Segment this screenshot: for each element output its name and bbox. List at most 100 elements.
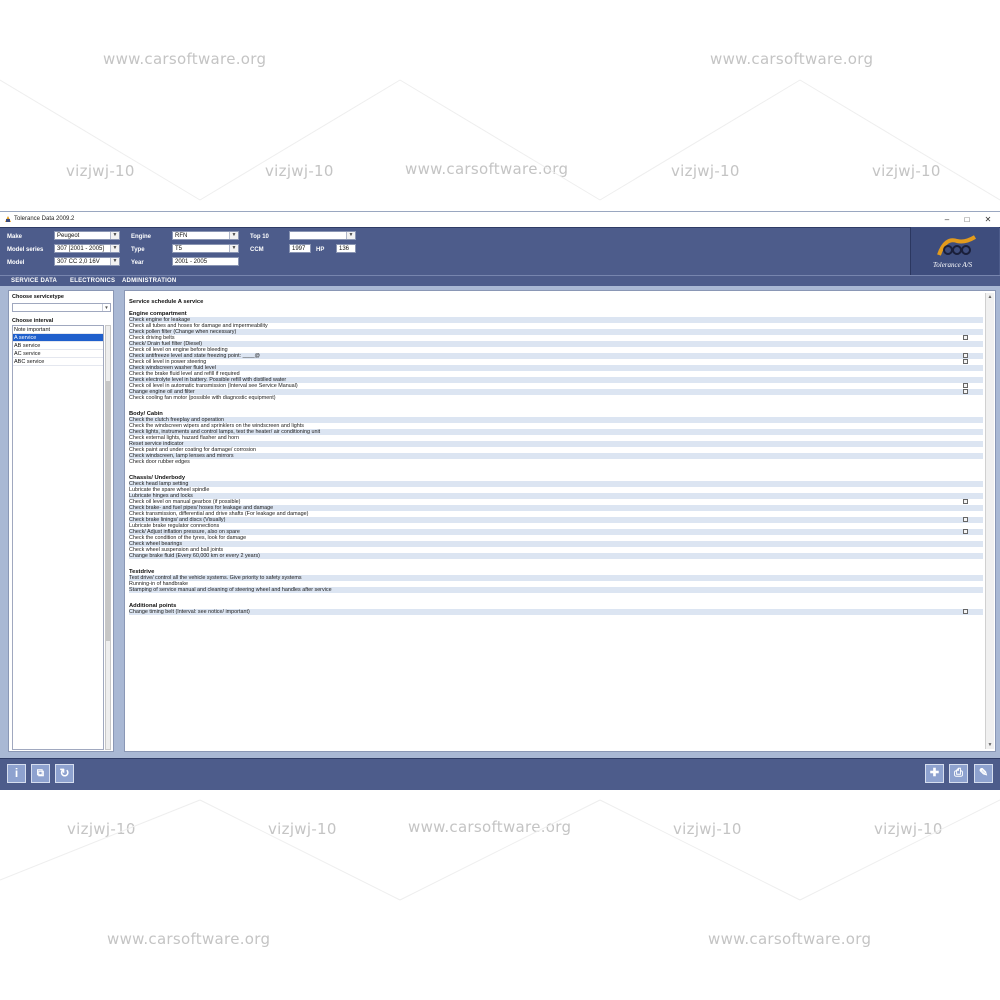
document-icon[interactable] [963, 383, 968, 388]
watermark-code: vizjwj-10 [67, 820, 136, 838]
watermark-code: vizjwj-10 [671, 162, 740, 180]
hp-value: 136 [339, 246, 350, 252]
watermark-code: vizjwj-10 [874, 820, 943, 838]
move-button[interactable]: ✚ [925, 764, 944, 783]
top10-label: Top 10 [250, 234, 269, 240]
watermark-code: vizjwj-10 [268, 820, 337, 838]
interval-item[interactable]: AB service [13, 342, 103, 350]
top10-select[interactable]: ▼ [289, 231, 356, 240]
chevron-down-icon: ▼ [110, 245, 119, 252]
watermark-site: www.carsoftware.org [103, 50, 267, 68]
ccm-value: 1997 [292, 246, 306, 252]
refresh-button[interactable]: ↻ [55, 764, 74, 783]
year-value: 2001 - 2005 [175, 259, 208, 265]
window-title: Tolerance Data 2009.2 [14, 216, 75, 222]
checklist-item: Check door rubber edges [129, 459, 190, 465]
title-bar: Tolerance Data 2009.2 – □ ✕ [0, 212, 1000, 227]
interval-item[interactable]: A service [13, 334, 103, 342]
document-icon[interactable] [963, 529, 968, 534]
interval-item[interactable]: AC service [13, 350, 103, 358]
make-value: Peugeot [57, 233, 80, 239]
document-icon[interactable] [963, 609, 968, 614]
logo-graphic-icon [937, 235, 977, 256]
watermark-site: www.carsoftware.org [710, 50, 874, 68]
model-series-value: 307 [2001 - 2005] [57, 246, 105, 252]
interval-item[interactable]: ABC service [13, 358, 103, 366]
make-select[interactable]: Peugeot ▼ [54, 231, 120, 240]
model-value: 307 CC 2,0 16V [57, 259, 100, 265]
minimize-button[interactable]: – [940, 214, 954, 225]
chevron-down-icon: ▼ [110, 258, 119, 265]
document-icon[interactable] [963, 359, 968, 364]
hp-label: HP [316, 247, 325, 253]
content-area: Choose servicetype ▼ Choose interval Not… [0, 286, 1000, 758]
watermark-code: vizjwj-10 [673, 820, 742, 838]
chevron-down-icon: ▼ [346, 232, 355, 239]
watermark-site: www.carsoftware.org [405, 160, 569, 178]
model-series-label: Model series [7, 247, 44, 253]
checklist-item: Check cooling fan motor (possible with d… [129, 395, 276, 401]
hp-field[interactable]: 136 [336, 244, 356, 253]
chevron-down-icon: ▼ [110, 232, 119, 239]
model-series-select[interactable]: 307 [2001 - 2005] ▼ [54, 244, 120, 253]
document-icon[interactable] [963, 517, 968, 522]
document-icon[interactable] [963, 389, 968, 394]
scroll-down-icon[interactable]: ▼ [986, 741, 994, 749]
type-select[interactable]: T5 ▼ [172, 244, 239, 253]
tolerance-logo: Tolerance A/S [910, 227, 999, 275]
document-icon[interactable] [963, 335, 968, 340]
scrollbar-thumb[interactable] [106, 381, 110, 641]
watermark-code: vizjwj-10 [872, 162, 941, 180]
servicetype-label: Choose servicetype [12, 294, 64, 300]
app-icon [5, 216, 11, 222]
tab-administration[interactable]: ADMINISTRATION [122, 278, 176, 284]
chevron-down-icon: ▼ [229, 232, 238, 239]
engine-value: RFN [175, 233, 188, 239]
model-select[interactable]: 307 CC 2,0 16V ▼ [54, 257, 120, 266]
tab-service-data[interactable]: SERVICE DATA [11, 278, 57, 284]
bottom-toolbar: i ⧉ ↻ ✚ ⎙ ✎ [0, 758, 1000, 790]
year-field[interactable]: 2001 - 2005 [172, 257, 239, 266]
checklist-item: Change timing belt (Interval: see notice… [129, 609, 983, 615]
watermark-code: vizjwj-10 [265, 162, 334, 180]
schedule-title: Service schedule A service [129, 299, 204, 305]
interval-scrollbar[interactable] [105, 325, 111, 750]
maximize-button[interactable]: □ [960, 214, 974, 225]
service-schedule-panel: Service schedule A service Engine compart… [124, 290, 996, 752]
servicetype-select[interactable]: ▼ [12, 303, 111, 312]
engine-label: Engine [131, 234, 152, 240]
interval-item[interactable]: Note important [13, 326, 103, 334]
ccm-field[interactable]: 1997 [289, 244, 311, 253]
chevron-down-icon: ▼ [102, 304, 110, 311]
document-icon[interactable] [963, 353, 968, 358]
info-button[interactable]: i [7, 764, 26, 783]
scroll-up-icon[interactable]: ▲ [986, 293, 994, 301]
copy-button[interactable]: ⧉ [31, 764, 50, 783]
type-label: Type [131, 247, 145, 253]
chevron-down-icon: ▼ [229, 245, 238, 252]
year-label: Year [131, 260, 144, 266]
watermark-site: www.carsoftware.org [708, 930, 872, 948]
schedule-scrollbar[interactable]: ▲ ▼ [985, 293, 994, 749]
model-label: Model [7, 260, 25, 266]
document-icon[interactable] [963, 499, 968, 504]
make-label: Make [7, 234, 23, 240]
watermark-site: www.carsoftware.org [107, 930, 271, 948]
type-value: T5 [175, 246, 183, 252]
interval-label: Choose interval [12, 318, 54, 324]
logo-text: Tolerance A/S [933, 261, 973, 269]
service-selection-panel: Choose servicetype ▼ Choose interval Not… [8, 290, 114, 752]
service-checklist: Service schedule A service Engine compart… [129, 291, 983, 751]
edit-button[interactable]: ✎ [974, 764, 993, 783]
checklist-item: Stamping of service manual and cleaning … [129, 587, 983, 593]
vehicle-selection-header: Make Peugeot ▼ Model series 307 [2001 - 2… [0, 227, 1000, 276]
tab-electronics[interactable]: ELECTRONICS [70, 278, 115, 284]
application-window: Tolerance Data 2009.2 – □ ✕ Make Peugeot… [0, 211, 1000, 790]
print-button[interactable]: ⎙ [949, 764, 968, 783]
engine-select[interactable]: RFN ▼ [172, 231, 239, 240]
ccm-label: CCM [250, 247, 264, 253]
close-button[interactable]: ✕ [981, 214, 995, 225]
checklist-item: Change brake fluid (Every 60,000 km or e… [129, 553, 983, 559]
watermark-code: vizjwj-10 [66, 162, 135, 180]
watermark-site: www.carsoftware.org [408, 818, 572, 836]
